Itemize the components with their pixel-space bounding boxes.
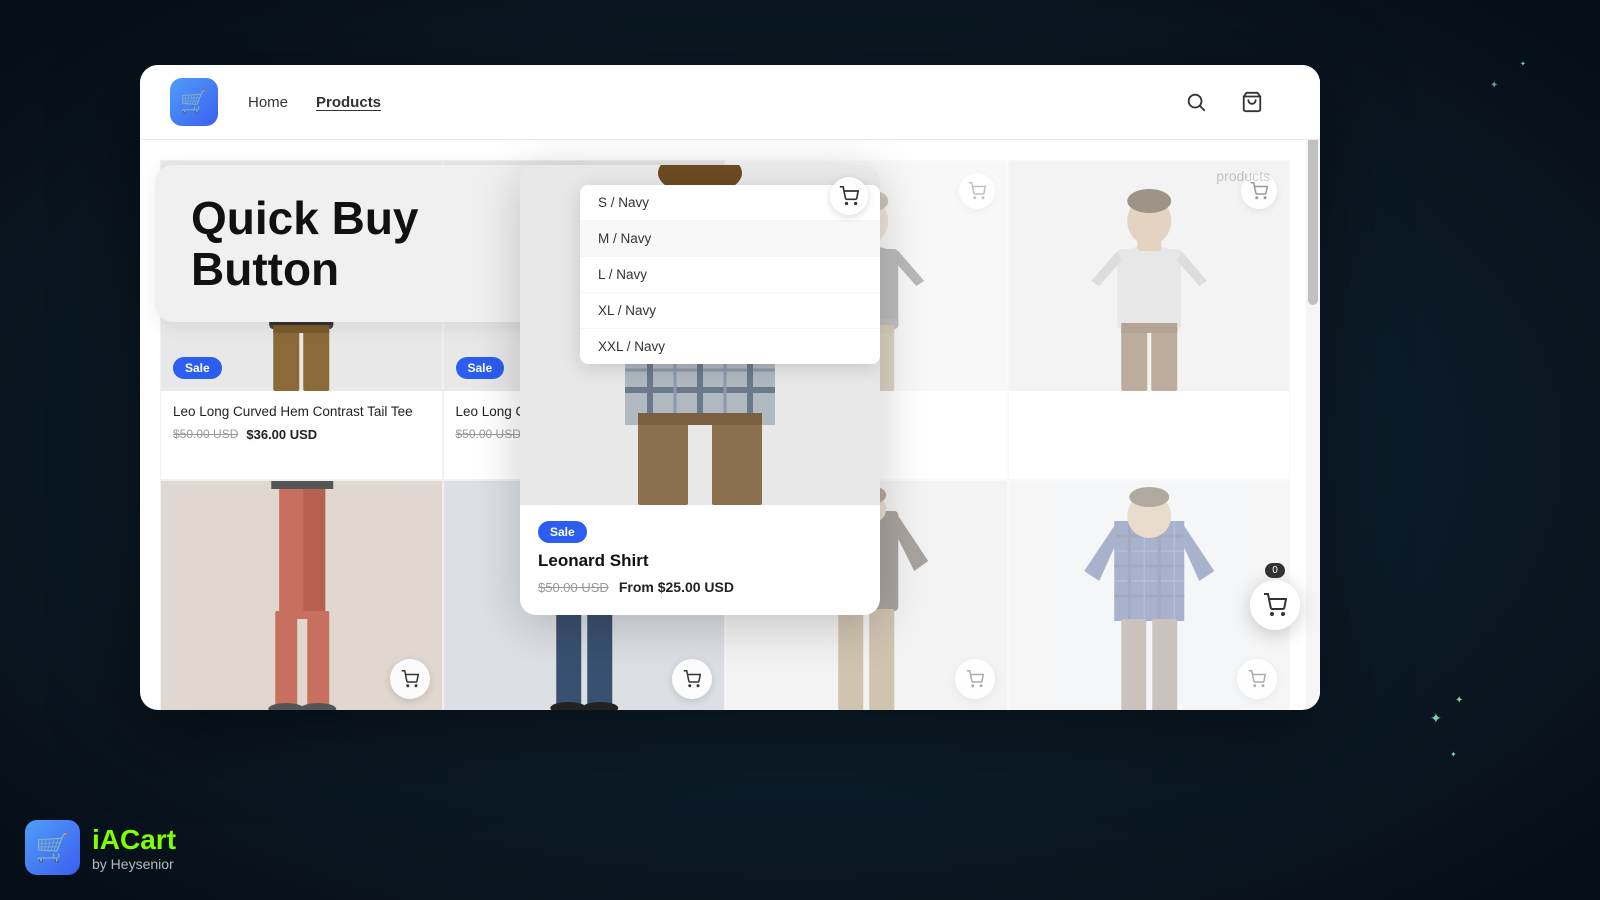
product-image-8 [1009, 481, 1290, 710]
add-to-cart-btn-8[interactable] [1237, 659, 1277, 699]
brand-name-regular: Cart [120, 824, 176, 855]
brand-name-highlight: iA [92, 824, 120, 855]
original-price-2: $50.00 USD [456, 427, 521, 441]
search-icon[interactable] [1178, 84, 1214, 120]
variant-xxl-navy[interactable]: XXL / Navy [580, 329, 880, 364]
sparkle-3: ✦ [1455, 695, 1463, 706]
floating-cart-button[interactable] [1250, 580, 1300, 630]
popup-info: Sale Leonard Shirt $50.00 USD From $25.0… [520, 505, 880, 615]
product-image-5 [161, 481, 442, 710]
header: 🛒 Home Products [140, 65, 1320, 140]
logo-container: 🛒 [170, 78, 218, 126]
variant-m-navy[interactable]: M / Navy [580, 221, 880, 257]
product-info-4 [1009, 391, 1290, 425]
browser-window: 🛒 Home Products products Quick Buy Butt [140, 65, 1320, 710]
sale-price-1: $36.00 USD [246, 427, 317, 442]
product-card-8[interactable] [1008, 480, 1291, 710]
sparkle-1: ✦ [1430, 710, 1442, 727]
variant-xl-navy[interactable]: XL / Navy [580, 293, 880, 329]
popup-card: S / Navy M / Navy L / Navy XL / Navy XXL… [520, 165, 880, 615]
quick-buy-title: Quick Buy Button [191, 193, 554, 294]
brand-text: iACart by Heysenior [92, 824, 176, 872]
product-card-4[interactable] [1008, 160, 1291, 480]
sale-badge-2: Sale [456, 357, 505, 379]
nav-home[interactable]: Home [248, 94, 288, 111]
content-area: products Quick Buy Button [140, 140, 1320, 710]
popup-image: S / Navy M / Navy L / Navy XL / Navy XXL… [520, 165, 880, 505]
popup-product-name: Leonard Shirt [538, 551, 862, 571]
popup-original-price: $50.00 USD [538, 580, 609, 595]
product-info-1: Leo Long Curved Hem Contrast Tail Tee $5… [161, 391, 442, 458]
brand-name: iACart [92, 824, 176, 856]
sparkle-2: ✦ [1450, 750, 1457, 759]
product-card-5[interactable] [160, 480, 443, 710]
add-to-cart-btn-4[interactable] [1241, 173, 1277, 209]
floating-cart[interactable]: 0 [1250, 563, 1300, 630]
sale-badge-1: Sale [173, 357, 222, 379]
product-image-4 [1009, 161, 1290, 391]
variant-dropdown[interactable]: S / Navy M / Navy L / Navy XL / Navy XXL… [580, 185, 880, 364]
add-to-cart-btn-5[interactable] [390, 659, 430, 699]
nav-links: Home Products [248, 94, 381, 111]
brand-tagline: by Heysenior [92, 856, 176, 872]
floating-cart-badge: 0 [1265, 563, 1285, 578]
add-to-cart-btn-3[interactable] [959, 173, 995, 209]
popup-pricing: $50.00 USD From $25.00 USD [538, 579, 862, 595]
popup-add-to-cart-btn[interactable] [830, 177, 868, 215]
product-name-1: Leo Long Curved Hem Contrast Tail Tee [173, 403, 430, 421]
add-to-cart-btn-7[interactable] [955, 659, 995, 699]
brand-icon: 🛒 [25, 820, 80, 875]
sparkle-4: ✦ [1490, 80, 1498, 91]
logo-icon: 🛒 [170, 78, 218, 126]
variant-l-navy[interactable]: L / Navy [580, 257, 880, 293]
sparkle-5: ✦ [1520, 60, 1526, 68]
bottom-brand: 🛒 iACart by Heysenior [25, 820, 176, 875]
nav-products[interactable]: Products [316, 94, 381, 111]
original-price-1: $50.00 USD [173, 427, 238, 441]
cart-icon[interactable] [1234, 84, 1270, 120]
add-to-cart-btn-6[interactable] [672, 659, 712, 699]
popup-sale-price: From $25.00 USD [619, 579, 734, 595]
popup-sale-badge: Sale [538, 521, 587, 543]
header-icons [1178, 84, 1270, 120]
product-pricing-1: $50.00 USD $36.00 USD [173, 427, 430, 442]
